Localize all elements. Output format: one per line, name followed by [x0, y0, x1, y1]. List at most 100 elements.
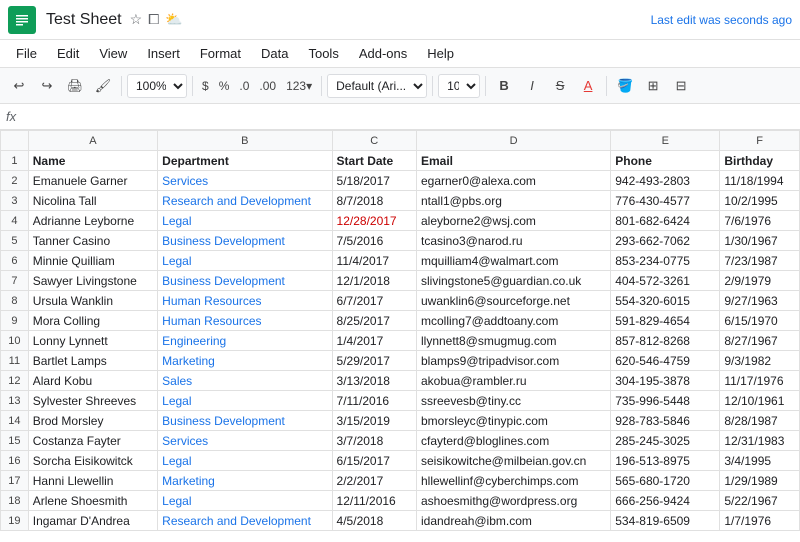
cell-e18[interactable]: 666-256-9424	[611, 491, 720, 511]
cell-e12[interactable]: 304-195-3878	[611, 371, 720, 391]
cell-a1[interactable]: Name	[28, 151, 157, 171]
cell-a10[interactable]: Lonny Lynnett	[28, 331, 157, 351]
cell-f8[interactable]: 9/27/1963	[720, 291, 800, 311]
cell-d7[interactable]: slivingstone5@guardian.co.uk	[416, 271, 610, 291]
undo-button[interactable]: ↩	[6, 73, 32, 99]
cell-b16[interactable]: Legal	[158, 451, 332, 471]
print-button[interactable]: 🖨	[62, 73, 88, 99]
cell-e5[interactable]: 293-662-7062	[611, 231, 720, 251]
cell-b15[interactable]: Services	[158, 431, 332, 451]
cell-d6[interactable]: mquilliam4@walmart.com	[416, 251, 610, 271]
cell-c3[interactable]: 8/7/2018	[332, 191, 416, 211]
cloud-icon[interactable]: ⛅	[165, 11, 182, 28]
cell-d3[interactable]: ntall1@pbs.org	[416, 191, 610, 211]
cell-e17[interactable]: 565-680-1720	[611, 471, 720, 491]
cell-e8[interactable]: 554-320-6015	[611, 291, 720, 311]
fill-color-button[interactable]: 🪣	[612, 73, 638, 99]
menu-format[interactable]: Format	[192, 44, 249, 63]
cell-f16[interactable]: 3/4/1995	[720, 451, 800, 471]
cell-d4[interactable]: aleyborne2@wsj.com	[416, 211, 610, 231]
cell-a15[interactable]: Costanza Fayter	[28, 431, 157, 451]
cell-a5[interactable]: Tanner Casino	[28, 231, 157, 251]
cell-e2[interactable]: 942-493-2803	[611, 171, 720, 191]
cell-b19[interactable]: Research and Development	[158, 511, 332, 531]
cell-d5[interactable]: tcasino3@narod.ru	[416, 231, 610, 251]
cell-e11[interactable]: 620-546-4759	[611, 351, 720, 371]
cell-b5[interactable]: Business Development	[158, 231, 332, 251]
cell-d2[interactable]: egarner0@alexa.com	[416, 171, 610, 191]
cell-e3[interactable]: 776-430-4577	[611, 191, 720, 211]
cell-d14[interactable]: bmorsleyc@tinypic.com	[416, 411, 610, 431]
cell-e4[interactable]: 801-682-6424	[611, 211, 720, 231]
cell-f4[interactable]: 7/6/1976	[720, 211, 800, 231]
cell-d15[interactable]: cfayterd@bloglines.com	[416, 431, 610, 451]
font-color-button[interactable]: A	[575, 73, 601, 99]
cell-a7[interactable]: Sawyer Livingstone	[28, 271, 157, 291]
cell-d12[interactable]: akobua@rambler.ru	[416, 371, 610, 391]
cell-e6[interactable]: 853-234-0775	[611, 251, 720, 271]
cell-e19[interactable]: 534-819-6509	[611, 511, 720, 531]
cell-e15[interactable]: 285-245-3025	[611, 431, 720, 451]
cell-a12[interactable]: Alard Kobu	[28, 371, 157, 391]
cell-f11[interactable]: 9/3/1982	[720, 351, 800, 371]
font-select[interactable]: Default (Ari...	[327, 74, 427, 98]
cell-b12[interactable]: Sales	[158, 371, 332, 391]
cell-e1[interactable]: Phone	[611, 151, 720, 171]
cell-c14[interactable]: 3/15/2019	[332, 411, 416, 431]
percent-button[interactable]: %	[215, 79, 234, 93]
merge-cells-button[interactable]: ⊟	[668, 73, 694, 99]
cell-f6[interactable]: 7/23/1987	[720, 251, 800, 271]
cell-c5[interactable]: 7/5/2016	[332, 231, 416, 251]
cell-f9[interactable]: 6/15/1970	[720, 311, 800, 331]
cell-d16[interactable]: seisikowitche@milbeian.gov.cn	[416, 451, 610, 471]
cell-a14[interactable]: Brod Morsley	[28, 411, 157, 431]
cell-c19[interactable]: 4/5/2018	[332, 511, 416, 531]
cell-a2[interactable]: Emanuele Garner	[28, 171, 157, 191]
italic-button[interactable]: I	[519, 73, 545, 99]
cell-b14[interactable]: Business Development	[158, 411, 332, 431]
cell-b9[interactable]: Human Resources	[158, 311, 332, 331]
cell-a6[interactable]: Minnie Quilliam	[28, 251, 157, 271]
col-header-a[interactable]: A	[28, 131, 157, 151]
cell-f18[interactable]: 5/22/1967	[720, 491, 800, 511]
cell-a18[interactable]: Arlene Shoesmith	[28, 491, 157, 511]
cell-a3[interactable]: Nicolina Tall	[28, 191, 157, 211]
zoom-select[interactable]: 100%	[127, 74, 187, 98]
menu-data[interactable]: Data	[253, 44, 296, 63]
star-icon[interactable]: ☆	[130, 11, 143, 28]
cell-b11[interactable]: Marketing	[158, 351, 332, 371]
cell-f19[interactable]: 1/7/1976	[720, 511, 800, 531]
cell-e7[interactable]: 404-572-3261	[611, 271, 720, 291]
menu-view[interactable]: View	[91, 44, 135, 63]
cell-e9[interactable]: 591-829-4654	[611, 311, 720, 331]
cell-f7[interactable]: 2/9/1979	[720, 271, 800, 291]
cell-a13[interactable]: Sylvester Shreeves	[28, 391, 157, 411]
cell-b2[interactable]: Services	[158, 171, 332, 191]
cell-f13[interactable]: 12/10/1961	[720, 391, 800, 411]
cell-f5[interactable]: 1/30/1967	[720, 231, 800, 251]
cell-d9[interactable]: mcolling7@addtoany.com	[416, 311, 610, 331]
col-header-c[interactable]: C	[332, 131, 416, 151]
cell-e13[interactable]: 735-996-5448	[611, 391, 720, 411]
strikethrough-button[interactable]: S	[547, 73, 573, 99]
currency-button[interactable]: $	[198, 79, 213, 93]
cell-b4[interactable]: Legal	[158, 211, 332, 231]
cell-c10[interactable]: 1/4/2017	[332, 331, 416, 351]
cell-f14[interactable]: 8/28/1987	[720, 411, 800, 431]
cell-d18[interactable]: ashoesmithg@wordpress.org	[416, 491, 610, 511]
cell-c2[interactable]: 5/18/2017	[332, 171, 416, 191]
cell-d19[interactable]: idandreah@ibm.com	[416, 511, 610, 531]
cell-a9[interactable]: Mora Colling	[28, 311, 157, 331]
cell-a11[interactable]: Bartlet Lamps	[28, 351, 157, 371]
decimal-decrease-button[interactable]: .0	[235, 79, 253, 93]
borders-button[interactable]: ⊞	[640, 73, 666, 99]
col-header-e[interactable]: E	[611, 131, 720, 151]
cell-f12[interactable]: 11/17/1976	[720, 371, 800, 391]
cell-b8[interactable]: Human Resources	[158, 291, 332, 311]
cell-e16[interactable]: 196-513-8975	[611, 451, 720, 471]
cell-c17[interactable]: 2/2/2017	[332, 471, 416, 491]
font-size-select[interactable]: 10	[438, 74, 480, 98]
cell-b1[interactable]: Department	[158, 151, 332, 171]
format-number-button[interactable]: 123▾	[282, 79, 316, 93]
menu-file[interactable]: File	[8, 44, 45, 63]
